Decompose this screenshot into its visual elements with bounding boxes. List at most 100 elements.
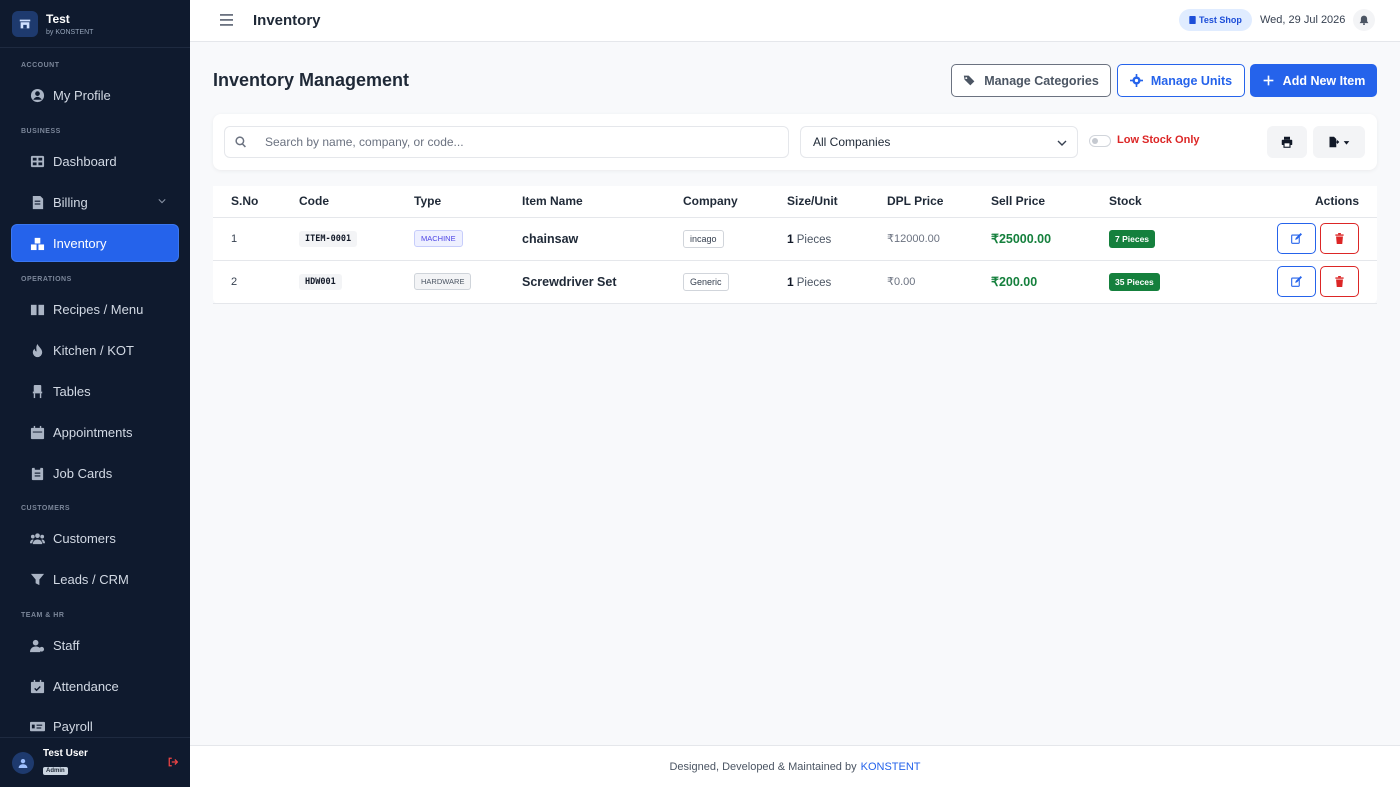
item-size: 1 — [787, 274, 794, 289]
add-new-item-label: Add New Item — [1282, 73, 1366, 88]
table-row: 2 HDW001 HARDWARE Screwdriver Set Generi… — [213, 260, 1377, 304]
sidebar-item-customers[interactable]: Customers — [12, 520, 178, 556]
low-stock-label: Low Stock Only — [1117, 134, 1200, 146]
trash-icon — [1335, 233, 1344, 244]
notifications-button[interactable] — [1353, 9, 1375, 31]
sidebar-item-label: Recipes / Menu — [53, 301, 144, 317]
edit-button[interactable] — [1277, 266, 1316, 297]
item-name: chainsaw — [522, 231, 579, 246]
user-gear-icon — [30, 638, 45, 653]
chevron-down-icon — [1057, 140, 1067, 146]
company-select-value: All Companies — [813, 135, 891, 149]
add-new-item-button[interactable]: Add New Item — [1250, 64, 1377, 97]
store-icon — [12, 10, 38, 37]
row-sno: 1 — [213, 217, 299, 261]
manage-categories-button[interactable]: Manage Categories — [951, 64, 1111, 97]
delete-button[interactable] — [1320, 223, 1359, 254]
invoice-icon — [30, 195, 45, 210]
sidebar-item-label: Payroll — [53, 718, 93, 734]
sidebar-item-staff[interactable]: Staff — [12, 627, 178, 663]
export-dropdown-button[interactable] — [1313, 126, 1365, 158]
col-item-name: Item Name — [522, 186, 683, 218]
item-unit: Pieces — [796, 233, 832, 246]
sidebar-item-inventory[interactable]: Inventory — [12, 225, 178, 261]
edit-icon — [1291, 233, 1302, 244]
footer-link[interactable]: KONSTENT — [861, 761, 921, 773]
item-sell-price: ₹25000.00 — [991, 232, 1052, 246]
sidebar-item-label: Staff — [53, 637, 80, 653]
inventory-table: S.No Code Type Item Name Company Size/Un… — [213, 186, 1377, 304]
sidebar-item-label: Leads / CRM — [53, 571, 129, 587]
sidebar-item-recipes[interactable]: Recipes / Menu — [12, 291, 178, 327]
item-code: ITEM-0001 — [299, 230, 358, 247]
sidebar-item-leads[interactable]: Leads / CRM — [12, 561, 178, 597]
filter-bar: All Companies Low Stock Only — [213, 114, 1377, 170]
sidebar-item-label: Attendance — [53, 678, 119, 694]
trash-icon — [1335, 276, 1344, 287]
item-type-badge: MACHINE — [414, 230, 463, 247]
chair-icon — [30, 384, 45, 399]
sidebar-item-dashboard[interactable]: Dashboard — [12, 143, 178, 179]
sidebar-item-billing[interactable]: Billing — [12, 184, 178, 220]
col-type: Type — [414, 186, 522, 218]
bell-icon — [1359, 15, 1369, 25]
low-stock-toggle[interactable] — [1089, 135, 1111, 147]
shop-badge[interactable]: Test Shop — [1179, 9, 1252, 31]
grid-icon — [30, 154, 45, 169]
item-name: Screwdriver Set — [522, 274, 617, 289]
company-select[interactable]: All Companies — [800, 126, 1078, 158]
page-title: Inventory Management — [213, 70, 410, 90]
brand-subtitle: by KONSTENT — [46, 28, 94, 36]
sidebar-item-label: Job Cards — [53, 465, 113, 481]
chevron-down-icon — [158, 199, 166, 204]
col-company: Company — [683, 186, 787, 218]
sidebar: Test by KONSTENT ACCOUNT My Profile BUSI… — [0, 0, 190, 787]
section-team: TEAM & HR — [21, 612, 65, 619]
sidebar-item-profile[interactable]: My Profile — [12, 77, 178, 113]
sidebar-item-label: Tables — [53, 383, 91, 399]
manage-units-button[interactable]: Manage Units — [1117, 64, 1245, 97]
avatar — [12, 751, 34, 774]
tags-icon — [964, 75, 975, 86]
edit-button[interactable] — [1277, 223, 1316, 254]
user-circle-icon — [30, 88, 45, 103]
sidebar-item-label: Kitchen / KOT — [53, 342, 134, 358]
section-customers: CUSTOMERS — [21, 505, 71, 512]
search-icon — [235, 136, 246, 148]
print-button[interactable] — [1267, 126, 1307, 158]
manage-categories-label: Manage Categories — [984, 73, 1099, 88]
manage-units-label: Manage Units — [1150, 73, 1233, 88]
sidebar-item-kitchen[interactable]: Kitchen / KOT — [12, 332, 178, 368]
sidebar-item-label: Appointments — [53, 424, 133, 440]
clipboard-icon — [30, 466, 45, 481]
table-row: 1 ITEM-0001 MACHINE chainsaw incago 1 Pi… — [213, 217, 1377, 261]
file-export-icon — [1329, 136, 1340, 148]
shop-name: Test Shop — [1199, 15, 1242, 25]
topbar: Inventory Test Shop Wed, 29 Jul 2026 — [190, 0, 1400, 42]
brand[interactable]: Test by KONSTENT — [0, 0, 190, 48]
item-dpl-price: ₹0.00 — [887, 276, 916, 288]
sidebar-item-label: My Profile — [53, 87, 111, 103]
edit-icon — [1291, 276, 1302, 287]
user-bar[interactable]: Test User Admin — [0, 737, 190, 787]
item-stock-badge: 35 Pieces — [1109, 272, 1160, 291]
item-stock-badge: 7 Pieces — [1109, 229, 1156, 248]
book-icon — [30, 302, 45, 317]
item-unit: Pieces — [796, 276, 832, 289]
sidebar-item-jobcards[interactable]: Job Cards — [12, 455, 178, 491]
item-type-badge: HARDWARE — [414, 273, 472, 290]
section-business: BUSINESS — [21, 128, 61, 135]
item-dpl-price: ₹12000.00 — [887, 233, 940, 245]
user-role-badge: Admin — [43, 767, 68, 775]
money-check-icon — [30, 719, 45, 734]
col-code: Code — [299, 186, 414, 218]
sidebar-item-tables[interactable]: Tables — [12, 373, 178, 409]
hamburger-menu-icon[interactable] — [220, 14, 233, 26]
item-company: incago — [683, 229, 724, 248]
sidebar-item-attendance[interactable]: Attendance — [12, 668, 178, 704]
sidebar-item-appointments[interactable]: Appointments — [12, 414, 178, 450]
search-field[interactable] — [224, 126, 789, 158]
logout-icon[interactable] — [168, 757, 178, 767]
search-input[interactable] — [265, 135, 765, 149]
delete-button[interactable] — [1320, 266, 1359, 297]
